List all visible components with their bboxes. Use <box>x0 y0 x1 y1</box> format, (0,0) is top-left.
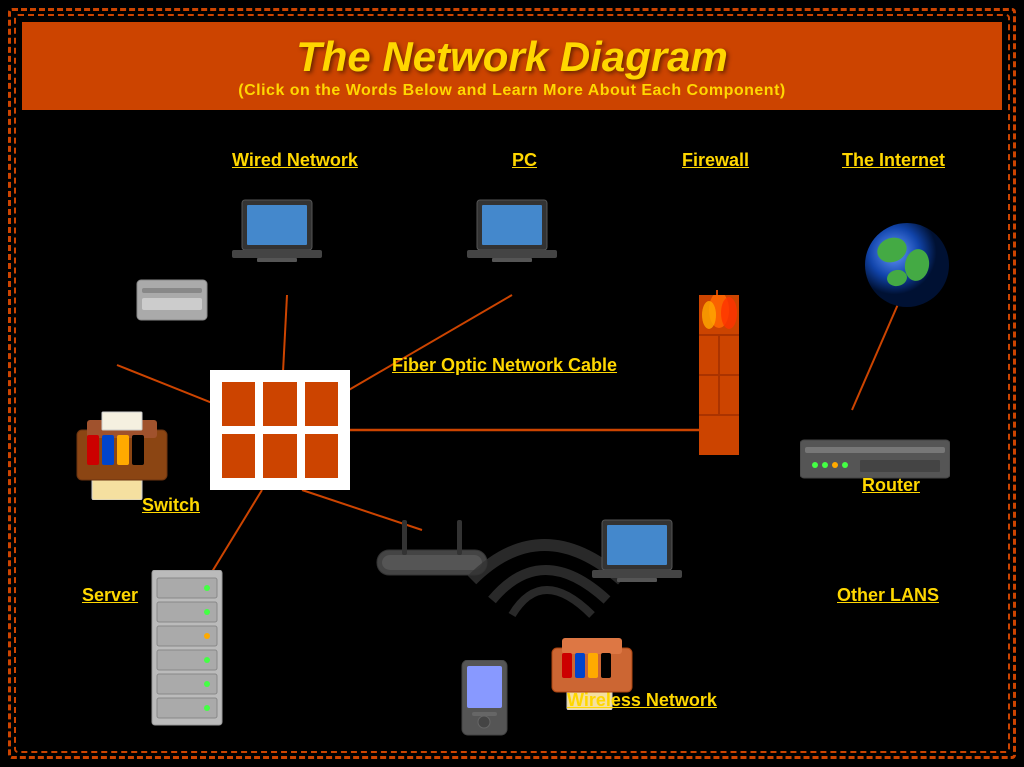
pc-laptop-icon <box>467 195 557 280</box>
firewall-label[interactable]: Firewall <box>682 150 749 171</box>
pc-label[interactable]: PC <box>512 150 537 171</box>
wireless-laptop-icon <box>592 515 682 600</box>
server-label[interactable]: Server <box>82 585 138 606</box>
switch-cell-1 <box>222 382 255 426</box>
earth-icon <box>862 220 952 315</box>
internet-label[interactable]: The Internet <box>842 150 945 171</box>
wireless-network-label[interactable]: Wireless Network <box>567 690 717 711</box>
laptop-icon-1 <box>232 195 322 280</box>
page-subtitle: (Click on the Words Below and Learn More… <box>42 82 982 100</box>
firewall-icon <box>694 295 744 460</box>
pda-icon <box>457 660 512 745</box>
fiber-optic-label[interactable]: Fiber Optic Network Cable <box>392 355 617 376</box>
switch-cell-4 <box>222 434 255 478</box>
wired-network-label[interactable]: Wired Network <box>232 150 358 171</box>
server-icon <box>147 570 227 735</box>
switch-cell-3 <box>305 382 338 426</box>
switch-cell-2 <box>263 382 296 426</box>
switch-icon <box>210 370 350 490</box>
other-lans-label[interactable]: Other LANS <box>837 585 939 606</box>
switch-cell-5 <box>263 434 296 478</box>
scanner-icon <box>132 270 212 335</box>
router-label[interactable]: Router <box>862 475 920 496</box>
printer-icon <box>72 410 182 505</box>
page-title: The Network Diagram <box>42 34 982 80</box>
switch-cell-6 <box>305 434 338 478</box>
switch-label[interactable]: Switch <box>142 495 200 516</box>
diagram-area: Wired Network PC Firewall The Internet F… <box>22 140 1002 745</box>
header: The Network Diagram (Click on the Words … <box>22 22 1002 110</box>
